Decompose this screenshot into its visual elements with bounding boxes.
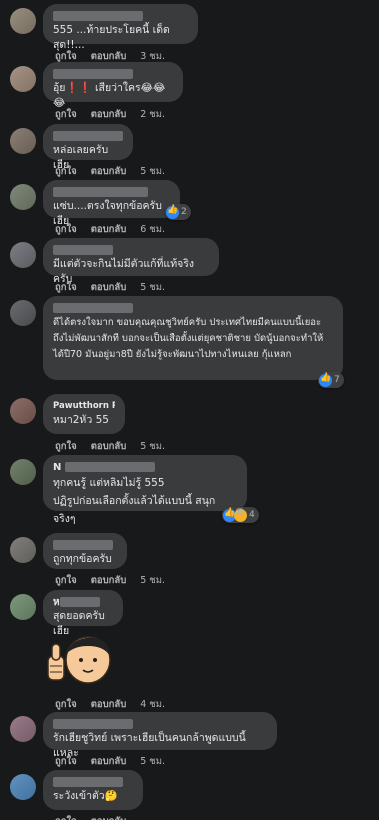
comment-bubble: ระวังเข้าตัว🤔 — [43, 770, 143, 810]
comment-bubble: ห สุดยอดครับเฮีย — [43, 590, 123, 637]
comment-bubble: Pawutthorn Pumpanrat หมา2หัว 55 — [43, 394, 125, 434]
like-link[interactable]: ถูกใจ — [55, 109, 77, 120]
like-link[interactable]: ถูกใจ — [55, 282, 77, 293]
reply-link[interactable]: ตอบกลับ — [91, 282, 127, 293]
comment-time[interactable]: 3 ชม. — [140, 51, 165, 62]
comment-text: ดีได้ตรงใจมาก ขอบคุณคุณชูวิทย์ครับ ประเท… — [53, 317, 325, 360]
comment-bubble: 555 ...ท้ายประโยคนี้ เด็ดสุด!!... — [43, 4, 198, 51]
avatar[interactable] — [10, 774, 36, 800]
commenter-name[interactable] — [53, 302, 333, 315]
commenter-name[interactable] — [53, 539, 117, 552]
comment-feed: 555 ...ท้ายประโยคนี้ เด็ดสุด!!... ถูกใจต… — [0, 0, 379, 820]
comment-time[interactable]: 5 ชม. — [140, 575, 165, 586]
reply-link[interactable]: ตอบกลับ — [91, 699, 127, 710]
comment-text: ระวังเข้าตัว🤔 — [53, 790, 118, 802]
reaction-number: 2 — [181, 207, 187, 217]
comment-time[interactable]: 5 ชม. — [140, 282, 165, 293]
commenter-name[interactable] — [53, 186, 170, 199]
reply-link[interactable]: ตอบกลับ — [91, 166, 127, 177]
comment-actions: ถูกใจ ตอบกลับ 2 ชม. — [55, 107, 179, 122]
avatar[interactable] — [10, 66, 36, 92]
comment-text: หมา2หัว 55 — [53, 414, 109, 426]
comment-bubble: อุ้ย❗❗ เสียว่าใคร😂😂😂 — [43, 62, 183, 109]
comment-time[interactable]: 5 ชม. — [140, 166, 165, 177]
comment-text: ถูกทุกข้อครับ — [53, 553, 112, 565]
comment-bubble: แซ่บ....ตรงใจทุกข้อครับเฮีย — [43, 180, 180, 227]
comment-actions: ถูกใจ ตอบกลับ 5 ชม. — [55, 754, 179, 769]
comment-bubble: รักเฮียชูวิทย์ เพราะเฮียเป็นคนกล้าพูดแบบ… — [43, 712, 277, 759]
avatar[interactable] — [10, 459, 36, 485]
avatar[interactable] — [10, 398, 36, 424]
commenter-name[interactable]: ห — [53, 596, 113, 609]
reaction-count[interactable]: 7 — [318, 372, 344, 388]
comment-bubble: N ทุกคนรู้ แต่หลิมไม่รู้ 555 ปฏิรูปก่อนเ… — [43, 455, 247, 525]
comment-bubble: มีแต่ตัวจะกินไม่มีตัวแก้ที่แท้จริงครับ — [43, 238, 219, 285]
laugh-reaction-icon — [234, 508, 247, 522]
comment-actions: ถูกใจ ตอบกลับ 4 ชม. — [55, 697, 179, 712]
like-link[interactable]: ถูกใจ — [55, 816, 77, 820]
avatar[interactable] — [10, 716, 36, 742]
like-link[interactable]: ถูกใจ — [55, 224, 77, 235]
reaction-number: 4 — [249, 510, 255, 520]
commenter-name[interactable] — [53, 10, 188, 23]
avatar[interactable] — [10, 8, 36, 34]
reply-link[interactable]: ตอบกลับ — [91, 224, 127, 235]
comment-time[interactable]: 2 ชม. — [140, 109, 165, 120]
reply-link[interactable]: ตอบกลับ — [91, 816, 127, 820]
reaction-count[interactable]: 2 — [165, 204, 191, 220]
avatar[interactable] — [10, 184, 36, 210]
commenter-name[interactable] — [53, 130, 123, 143]
comment-time[interactable]: 5 ชม. — [140, 441, 165, 452]
like-link[interactable]: ถูกใจ — [55, 166, 77, 177]
commenter-name[interactable]: N — [53, 461, 237, 474]
comment-actions: ถูกใจ ตอบกลับ 6 ชม. — [55, 222, 179, 237]
comment-actions: ถูกใจ ตอบกลับ 5 ชม. — [55, 439, 179, 454]
comment-time[interactable]: 6 ชม. — [140, 224, 165, 235]
commenter-name[interactable] — [53, 718, 267, 731]
comment-actions: ถูกใจ ตอบกลับ 5 ชม. — [55, 573, 179, 588]
avatar[interactable] — [10, 537, 36, 563]
commenter-name[interactable]: Pawutthorn Pumpanrat — [53, 400, 115, 413]
comment-time[interactable]: 4 ชม. — [140, 699, 165, 710]
reply-link[interactable]: ตอบกลับ — [91, 756, 127, 767]
reply-link[interactable]: ตอบกลับ — [91, 575, 127, 586]
reply-link[interactable]: ตอบกลับ — [91, 51, 127, 62]
like-reaction-icon — [166, 205, 179, 219]
commenter-name[interactable] — [53, 68, 173, 81]
reply-link[interactable]: ตอบกลับ — [91, 109, 127, 120]
commenter-name[interactable] — [53, 776, 133, 789]
comment-actions: ถูกใจ ตอบกลับ — [55, 814, 140, 820]
like-reaction-icon — [319, 373, 332, 387]
comment-time[interactable]: 5 ชม. — [140, 756, 165, 767]
reaction-number: 7 — [334, 375, 340, 385]
avatar[interactable] — [10, 128, 36, 154]
reaction-count[interactable]: 4 — [222, 507, 259, 523]
like-link[interactable]: ถูกใจ — [55, 51, 77, 62]
comment-text: ทุกคนรู้ แต่หลิมไม่รู้ 555 ปฏิรูปก่อนเลื… — [53, 477, 216, 525]
comment-actions: ถูกใจ ตอบกลับ 5 ชม. — [55, 280, 179, 295]
avatar[interactable] — [10, 594, 36, 620]
like-link[interactable]: ถูกใจ — [55, 441, 77, 452]
comment-bubble: ถูกทุกข้อครับ — [43, 533, 127, 569]
commenter-name[interactable] — [53, 244, 209, 257]
comment-bubble: หล่อเลยครับเฮีย — [43, 124, 133, 171]
reply-link[interactable]: ตอบกลับ — [91, 441, 127, 452]
avatar[interactable] — [10, 242, 36, 268]
avatar[interactable] — [10, 300, 36, 326]
like-link[interactable]: ถูกใจ — [55, 575, 77, 586]
like-link[interactable]: ถูกใจ — [55, 756, 77, 767]
thumbs-up-sticker-icon[interactable] — [44, 630, 124, 688]
comment-bubble: ดีได้ตรงใจมาก ขอบคุณคุณชูวิทย์ครับ ประเท… — [43, 296, 343, 380]
comment-actions: ถูกใจ ตอบกลับ 5 ชม. — [55, 164, 179, 179]
like-link[interactable]: ถูกใจ — [55, 699, 77, 710]
